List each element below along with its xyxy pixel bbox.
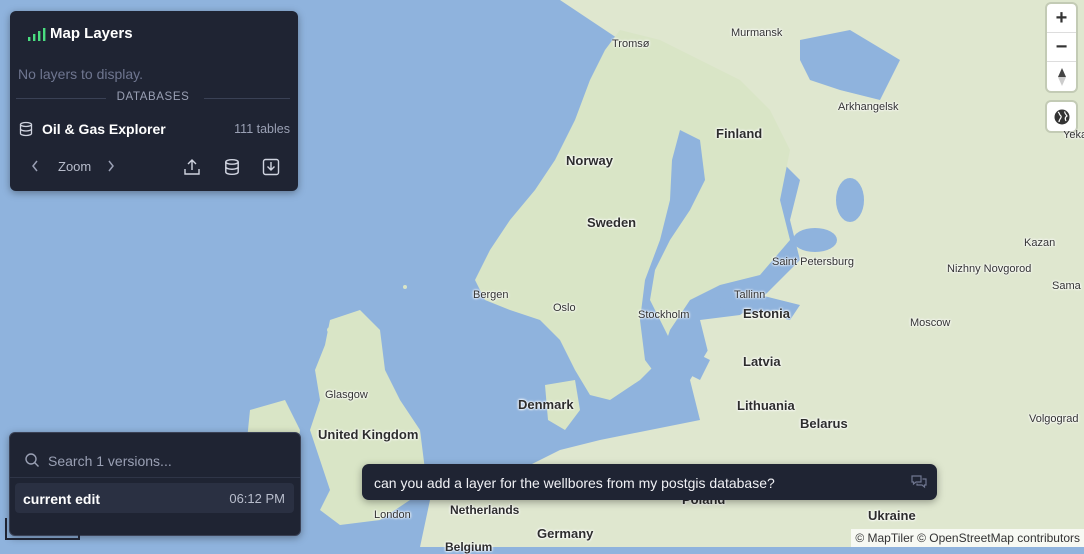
version-time: 06:12 PM	[229, 491, 285, 506]
place-label: Norway	[566, 153, 613, 168]
place-label: United Kingdom	[318, 427, 419, 442]
place-label: Finland	[716, 126, 763, 141]
database-name: Oil & Gas Explorer	[42, 121, 166, 137]
version-search-input[interactable]	[46, 450, 280, 472]
map-layers-panel: Map Layers No layers to display. DATABAS…	[10, 11, 298, 191]
place-label: Tromsø	[612, 38, 650, 50]
download-box-icon[interactable]	[262, 158, 280, 176]
place-label: Volgograd	[1029, 413, 1079, 425]
place-label: Sweden	[587, 215, 637, 230]
map-attribution[interactable]: © MapTiler © OpenStreetMap contributors	[851, 529, 1084, 547]
place-label: Murmansk	[731, 27, 783, 39]
chevron-left-icon[interactable]	[30, 159, 40, 176]
chat-bubbles-icon[interactable]	[911, 475, 927, 489]
database-table-count: 111 tables	[234, 122, 290, 136]
place-label: Latvia	[743, 354, 781, 369]
chat-message: can you add a layer for the wellbores fr…	[374, 475, 775, 491]
place-label: Oslo	[553, 302, 576, 314]
place-label: Saint Petersburg	[772, 256, 854, 268]
version-name: current edit	[23, 491, 101, 507]
place-label: Glasgow	[325, 389, 368, 401]
panel-resize-handle[interactable]	[5, 518, 80, 540]
place-label: Nizhny Novgorod	[947, 263, 1032, 275]
divider	[10, 477, 300, 478]
panel-title: Map Layers	[50, 25, 133, 42]
place-label: Estonia	[743, 306, 790, 321]
place-label: Arkhangelsk	[838, 101, 899, 113]
place-label: Belgium	[445, 540, 493, 554]
section-divider: DATABASES	[16, 91, 290, 105]
place-label: Moscow	[910, 317, 951, 329]
database-icon	[19, 121, 33, 137]
place-label: Kazan	[1024, 237, 1056, 249]
place-label: Denmark	[518, 397, 574, 412]
place-label: Lithuania	[737, 398, 795, 413]
place-label: Belarus	[800, 416, 848, 431]
database-icon[interactable]	[223, 158, 241, 176]
zoom-nav: Zoom	[30, 159, 130, 175]
empty-layers-message: No layers to display.	[18, 66, 144, 82]
signal-icon	[28, 28, 46, 41]
zoom-out-button[interactable]: −	[1047, 33, 1076, 62]
zoom-controls: + −	[1047, 4, 1076, 91]
database-item[interactable]: Oil & Gas Explorer 111 tables	[18, 119, 290, 139]
compass-icon	[1057, 67, 1066, 86]
search-icon	[25, 453, 39, 467]
globe-icon	[1054, 109, 1069, 124]
upload-icon[interactable]	[183, 158, 201, 176]
zoom-label: Zoom	[58, 159, 92, 174]
place-label: Bergen	[473, 289, 509, 301]
section-label: DATABASES	[116, 91, 190, 103]
place-label: Germany	[537, 526, 594, 541]
compass-button[interactable]	[1047, 62, 1076, 91]
place-label: Ukraine	[868, 508, 916, 523]
place-label: Sama	[1052, 280, 1081, 292]
place-label: Stockholm	[638, 309, 690, 321]
place-label: Netherlands	[450, 503, 520, 517]
globe-button[interactable]	[1047, 102, 1076, 131]
zoom-in-button[interactable]: +	[1047, 4, 1076, 33]
chevron-right-icon[interactable]	[106, 159, 116, 176]
place-label: Tallinn	[734, 289, 766, 301]
version-item[interactable]: current edit 06:12 PM	[15, 483, 294, 513]
place-label: London	[374, 509, 411, 521]
chat-message-bar[interactable]: can you add a layer for the wellbores fr…	[362, 464, 937, 500]
